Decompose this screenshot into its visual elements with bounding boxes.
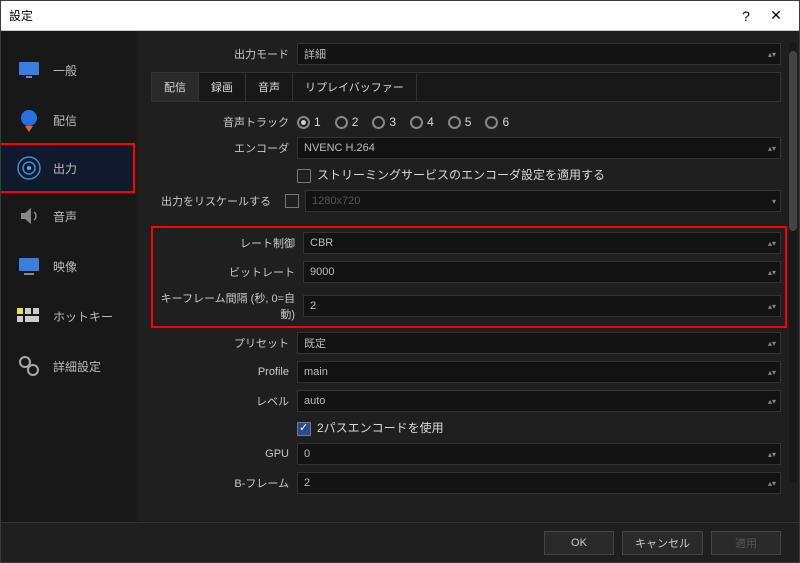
level-select[interactable]: auto▴▾ (297, 390, 781, 412)
apply-button: 適用 (711, 531, 781, 555)
encoder-label: エンコーダ (151, 140, 297, 156)
output-mode-label: 出力モード (151, 46, 297, 62)
profile-select[interactable]: main▴▾ (297, 361, 781, 383)
sidebar-label: 映像 (53, 258, 77, 275)
main-area: 一般 配信 出力 音声 映像 ホットキー (1, 31, 799, 522)
spinner-icon[interactable]: ▴▾ (768, 480, 776, 487)
chevron-down-icon: ▾ (772, 198, 776, 205)
preset-select[interactable]: 既定▴▾ (297, 332, 781, 354)
sidebar-item-hotkeys[interactable]: ホットキー (1, 291, 137, 341)
keyboard-icon (15, 302, 43, 330)
sidebar-item-output[interactable]: 出力 (1, 143, 135, 193)
tab-streaming[interactable]: 配信 (152, 73, 199, 101)
chevron-updown-icon: ▴▾ (768, 51, 776, 58)
encoder-row: エンコーダ NVENC H.264▴▾ (151, 137, 781, 159)
scrollbar[interactable] (789, 43, 797, 483)
track-radio-6[interactable]: 6 (485, 115, 509, 129)
gears-icon (15, 352, 43, 380)
sidebar-label: 詳細設定 (53, 358, 101, 375)
gpu-label: GPU (151, 448, 297, 460)
gpu-input[interactable]: 0▴▾ (297, 443, 781, 465)
preset-label: プリセット (151, 335, 297, 351)
sidebar: 一般 配信 出力 音声 映像 ホットキー (1, 31, 137, 522)
bframes-row: B-フレーム 2▴▾ (151, 472, 781, 494)
spinner-icon[interactable]: ▴▾ (768, 451, 776, 458)
spinner-icon[interactable]: ▴▾ (768, 303, 776, 310)
tab-audio[interactable]: 音声 (246, 73, 293, 101)
sidebar-item-audio[interactable]: 音声 (1, 191, 137, 241)
output-mode-select[interactable]: 詳細▴▾ (297, 43, 781, 65)
sidebar-item-general[interactable]: 一般 (1, 45, 137, 95)
bframes-input[interactable]: 2▴▾ (297, 472, 781, 494)
chevron-updown-icon: ▴▾ (768, 145, 776, 152)
track-radio-1[interactable]: 1 (297, 115, 321, 129)
display-icon (15, 252, 43, 280)
settings-window: 設定 ? ✕ 一般 配信 出力 音声 映像 (0, 0, 800, 563)
track-radio-2[interactable]: 2 (335, 115, 359, 129)
footer: OK キャンセル 適用 (1, 522, 799, 562)
rescale-checkbox[interactable] (285, 194, 299, 208)
globe-icon (15, 106, 43, 134)
sidebar-label: 出力 (53, 160, 77, 177)
window-title: 設定 (9, 7, 731, 24)
audio-track-row: 音声トラック 1 2 3 4 5 6 (151, 114, 781, 130)
keyframe-row: キーフレーム間隔 (秒, 0=自動) 2▴▾ (157, 290, 781, 322)
sidebar-label: 音声 (53, 208, 77, 225)
speaker-icon (15, 202, 43, 230)
monitor-icon (15, 56, 43, 84)
sidebar-item-video[interactable]: 映像 (1, 241, 137, 291)
chevron-updown-icon: ▴▾ (768, 398, 776, 405)
preset-row: プリセット 既定▴▾ (151, 332, 781, 354)
profile-row: Profile main▴▾ (151, 361, 781, 383)
tab-replay[interactable]: リプレイバッファー (293, 73, 417, 101)
keyframe-label: キーフレーム間隔 (秒, 0=自動) (157, 290, 303, 322)
rescale-label: 出力をリスケールする (151, 193, 279, 209)
bitrate-label: ビットレート (157, 264, 303, 280)
twopass-checkbox[interactable]: 2パスエンコードを使用 (297, 419, 781, 436)
rate-control-row: レート制御 CBR▴▾ (157, 232, 781, 254)
track-radio-3[interactable]: 3 (372, 115, 396, 129)
keyframe-input[interactable]: 2▴▾ (303, 295, 781, 317)
cancel-button[interactable]: キャンセル (622, 531, 703, 555)
twopass-row: 2パスエンコードを使用 (151, 419, 781, 436)
chevron-updown-icon: ▴▾ (768, 340, 776, 347)
audio-track-radios: 1 2 3 4 5 6 (297, 115, 781, 129)
bframes-label: B-フレーム (151, 475, 297, 491)
sidebar-item-stream[interactable]: 配信 (1, 95, 137, 145)
level-row: レベル auto▴▾ (151, 390, 781, 412)
chevron-updown-icon: ▴▾ (768, 240, 776, 247)
enforce-checkbox[interactable]: ストリーミングサービスのエンコーダ設定を適用する (297, 166, 781, 183)
rescale-row: 出力をリスケールする 1280x720▾ (151, 190, 781, 212)
rate-control-label: レート制御 (157, 235, 303, 251)
close-button[interactable]: ✕ (761, 7, 791, 24)
tabs: 配信 録画 音声 リプレイバッファー (151, 72, 781, 102)
sidebar-item-advanced[interactable]: 詳細設定 (1, 341, 137, 391)
track-radio-4[interactable]: 4 (410, 115, 434, 129)
scrollbar-thumb[interactable] (789, 51, 797, 231)
level-label: レベル (151, 393, 297, 409)
content-panel: 出力モード 詳細▴▾ 配信 録画 音声 リプレイバッファー 音声トラック 1 2… (137, 31, 799, 522)
audio-track-label: 音声トラック (151, 114, 297, 130)
help-button[interactable]: ? (731, 8, 761, 24)
titlebar: 設定 ? ✕ (1, 1, 799, 31)
track-radio-5[interactable]: 5 (448, 115, 472, 129)
bitrate-input[interactable]: 9000▴▾ (303, 261, 781, 283)
rescale-select[interactable]: 1280x720▾ (305, 190, 781, 212)
highlighted-settings: レート制御 CBR▴▾ ビットレート 9000▴▾ キーフレーム間隔 (秒, 0… (151, 226, 787, 328)
bitrate-row: ビットレート 9000▴▾ (157, 261, 781, 283)
ok-button[interactable]: OK (544, 531, 614, 555)
sidebar-label: 一般 (53, 62, 77, 79)
gpu-row: GPU 0▴▾ (151, 443, 781, 465)
sidebar-label: 配信 (53, 112, 77, 129)
chevron-updown-icon: ▴▾ (768, 369, 776, 376)
rate-control-select[interactable]: CBR▴▾ (303, 232, 781, 254)
output-mode-row: 出力モード 詳細▴▾ (151, 43, 781, 65)
encoder-select[interactable]: NVENC H.264▴▾ (297, 137, 781, 159)
tab-recording[interactable]: 録画 (199, 73, 246, 101)
sidebar-label: ホットキー (53, 308, 113, 325)
broadcast-icon (15, 154, 43, 182)
spinner-icon[interactable]: ▴▾ (768, 269, 776, 276)
profile-label: Profile (151, 366, 297, 378)
enforce-row: ストリーミングサービスのエンコーダ設定を適用する (151, 166, 781, 183)
